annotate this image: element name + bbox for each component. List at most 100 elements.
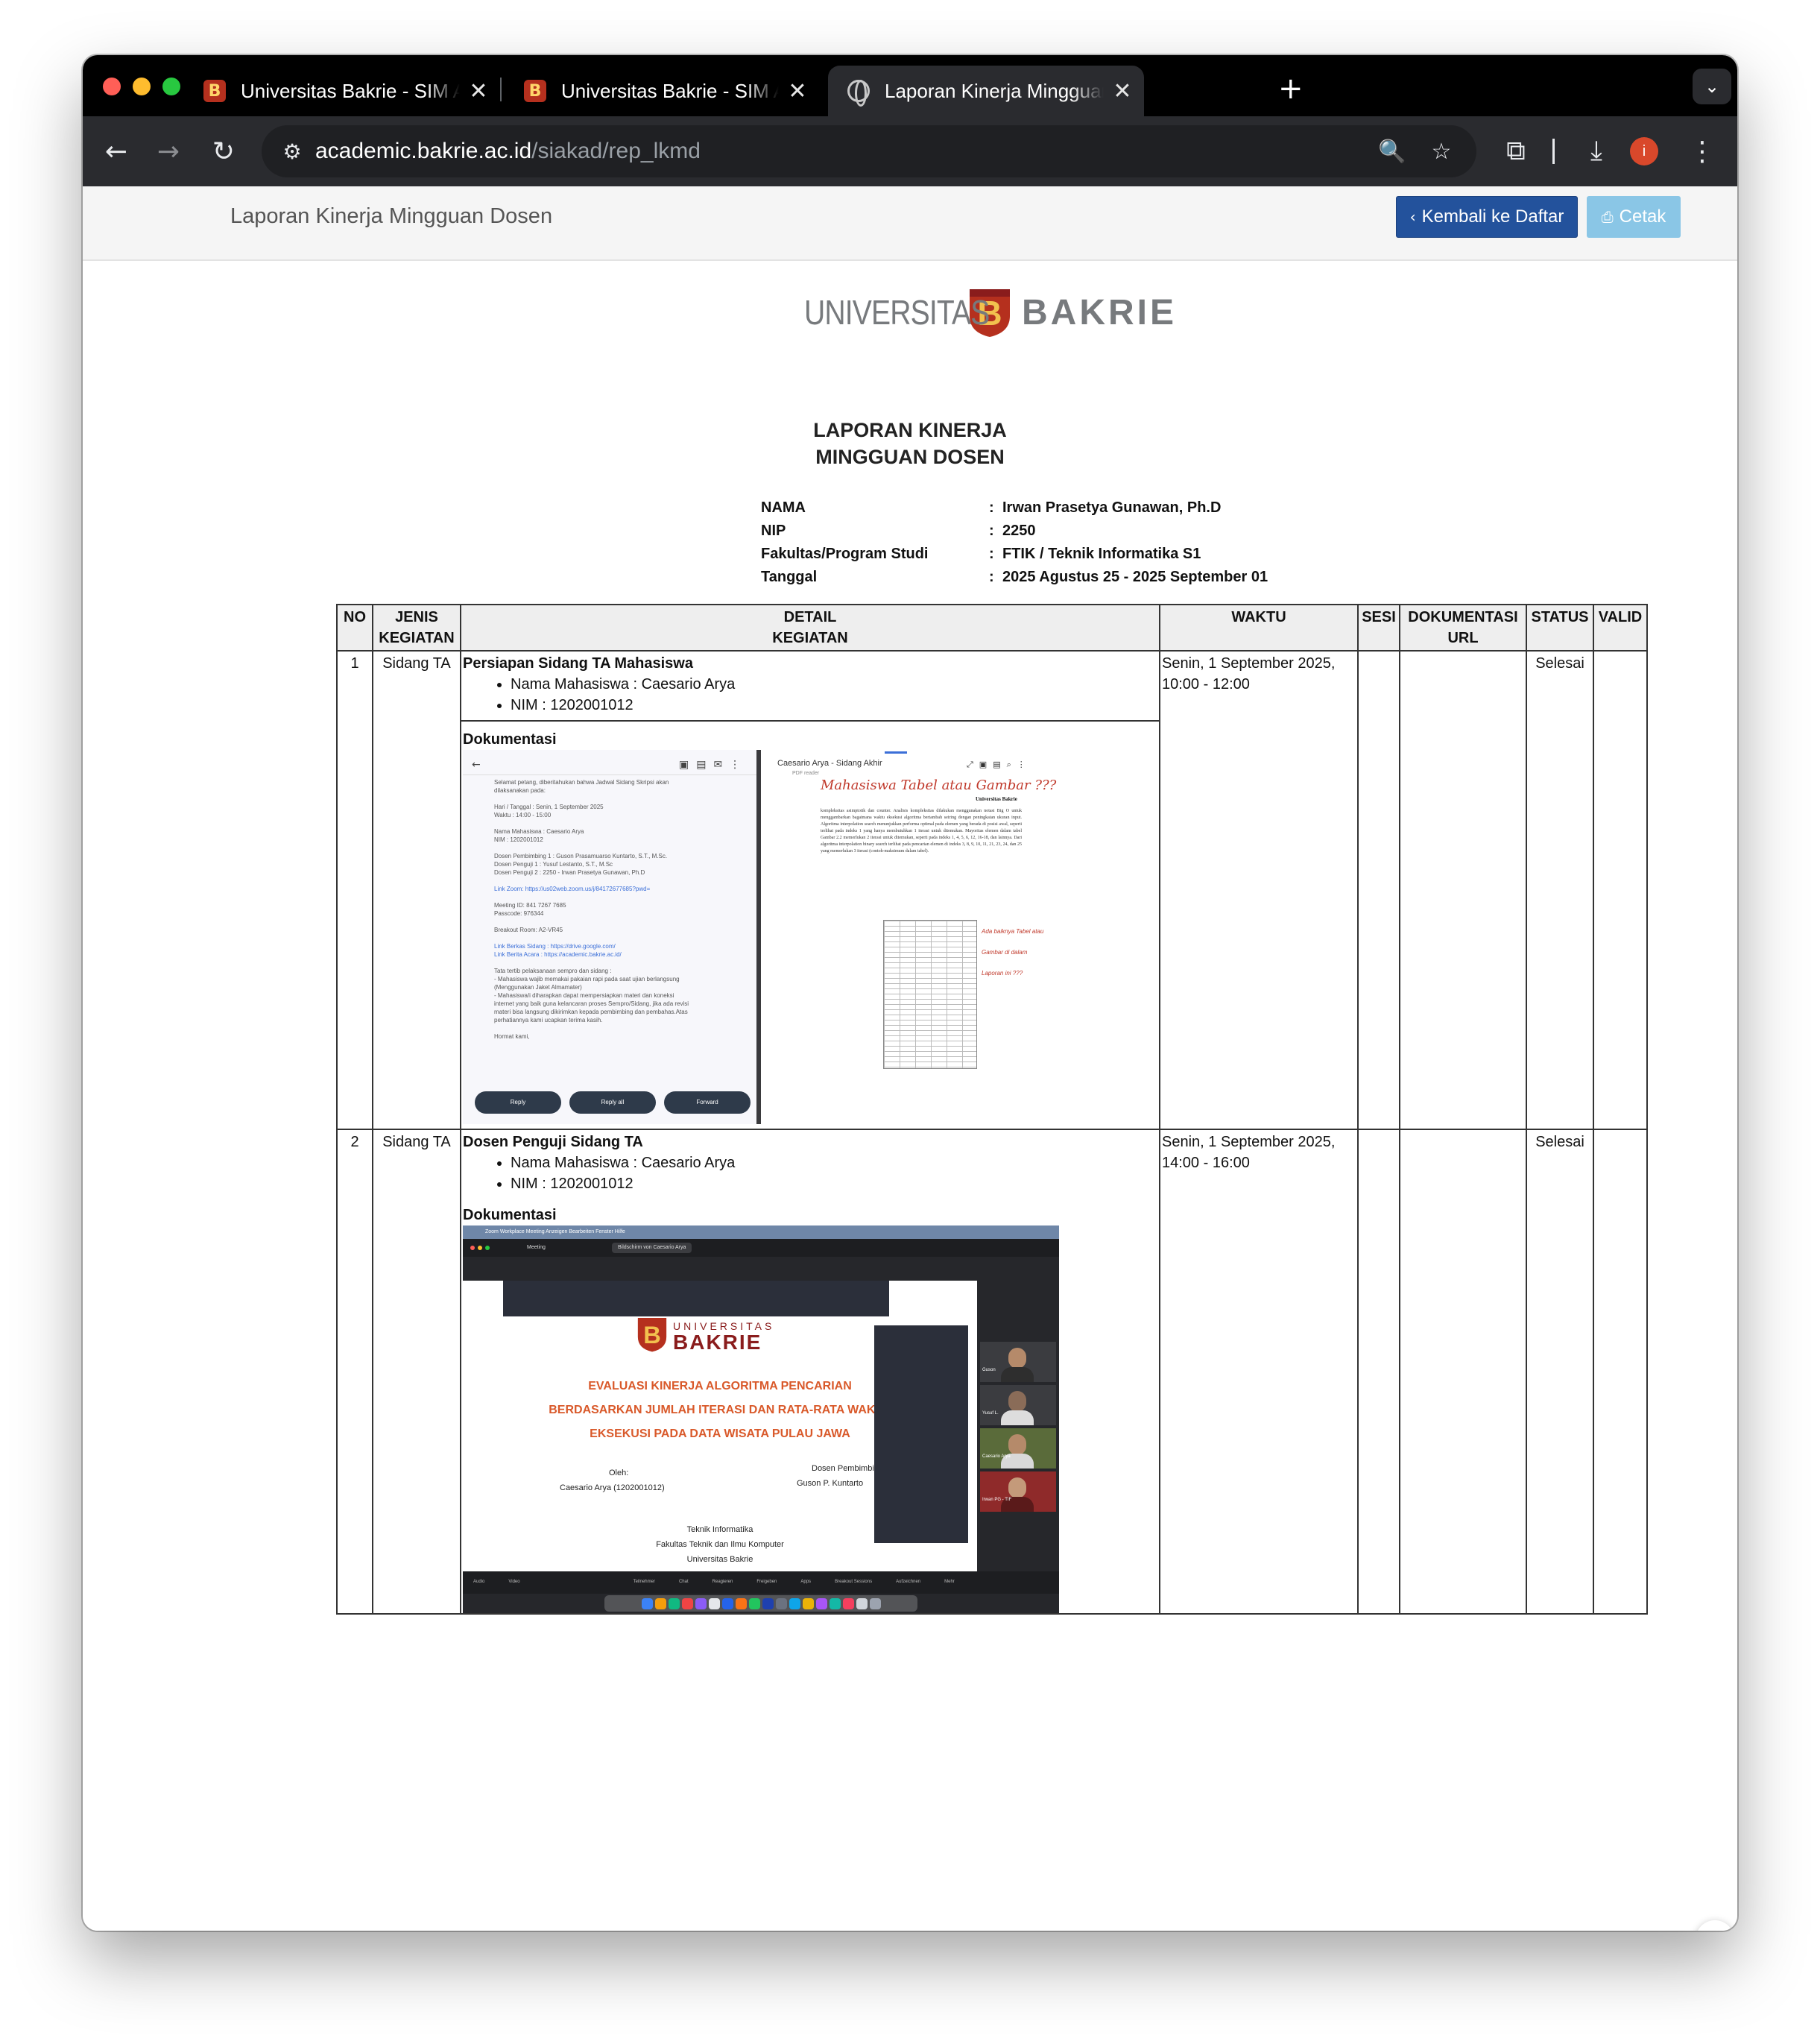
dock-app-icon <box>842 1597 854 1609</box>
tab-laporan-kinerja[interactable]: Laporan Kinerja Mingguan Dosen ✕ <box>828 66 1144 116</box>
tab-search-button[interactable]: ⌄ <box>1693 69 1731 104</box>
dock-app-icon <box>668 1597 680 1609</box>
col-status: STATUS <box>1526 604 1594 652</box>
cell-sesi <box>1357 650 1400 1130</box>
table-row: 2 Sidang TA Dosen Penguji Sidang TA Nama… <box>336 1129 1648 1615</box>
chevron-left-icon: ‹ <box>1409 208 1416 226</box>
dock-app-icon <box>762 1597 774 1609</box>
activity-title: Persiapan Sidang TA Mahasiswa <box>463 655 693 672</box>
dock-app-icon <box>856 1597 868 1609</box>
browser-menu-icon[interactable]: ⋮ <box>1681 130 1724 173</box>
info-label: NIP <box>761 523 786 539</box>
dock-app-icon <box>829 1597 841 1609</box>
browser-window: B Universitas Bakrie - SIM Akademik ✕ B … <box>83 55 1737 1931</box>
minimize-window-button[interactable] <box>133 78 151 95</box>
page-title: Laporan Kinerja Mingguan Dosen <box>230 204 553 228</box>
reply-all-button: Reply all <box>569 1091 656 1114</box>
close-window-button[interactable] <box>103 78 121 95</box>
participant-tile: Irwan PG - TIF <box>980 1471 1056 1512</box>
activity-title: Dosen Penguji Sidang TA <box>463 1134 643 1150</box>
close-tab-icon[interactable]: ✕ <box>467 78 490 104</box>
dock-app-icon <box>748 1597 760 1609</box>
close-tab-icon[interactable]: ✕ <box>786 78 809 104</box>
svg-text:B: B <box>643 1321 661 1348</box>
tab-separator <box>500 78 502 101</box>
dock-app-icon <box>802 1597 814 1609</box>
info-value: FTIK / Teknik Informatika S1 <box>1002 546 1201 562</box>
back-to-list-label: Kembali ke Daftar <box>1421 206 1564 227</box>
slide-redaction <box>874 1325 968 1543</box>
dock-app-icon <box>721 1597 733 1609</box>
bookmark-star-icon[interactable]: ☆ <box>1424 134 1459 168</box>
info-value: Irwan Prasetya Gunawan, Ph.D <box>1002 499 1222 516</box>
zoom-share-label: Bildschirm von Caesario Arya <box>612 1243 692 1253</box>
mac-dock <box>604 1595 917 1612</box>
zoom-max-dot <box>485 1246 490 1250</box>
download-icon[interactable]: ⤓ <box>1575 130 1618 173</box>
new-tab-button[interactable]: + <box>1278 72 1304 106</box>
university-logo: UNIVERSITAS B BAKRIE <box>804 286 1177 338</box>
slide-pembimbing-name: Guson P. Kuntarto <box>797 1479 864 1488</box>
slide-banner <box>503 1281 889 1316</box>
activity-details: Nama Mahasiswa : Caesario Arya NIM : 120… <box>463 674 1157 716</box>
slide-logo-big: BAKRIE <box>673 1331 762 1354</box>
back-arrow-icon: ← <box>472 759 481 771</box>
print-button[interactable]: ⎙ Cetak <box>1587 196 1681 238</box>
col-valid: VALID <box>1593 604 1648 652</box>
pdf-body-text: kompleksitas asimptotik dan counter. Ana… <box>821 809 1022 854</box>
address-bar[interactable]: ⚙ academic.bakrie.ac.id/siakad/rep_lkmd … <box>262 125 1476 177</box>
maximize-window-button[interactable] <box>162 78 180 95</box>
url-text[interactable]: academic.bakrie.ac.id/siakad/rep_lkmd <box>315 139 701 164</box>
cell-valid <box>1593 650 1648 1130</box>
tab-title: Universitas Bakrie - SIM Akademik <box>561 79 779 102</box>
profile-avatar[interactable]: i <box>1630 137 1658 165</box>
tab-sim-akademik-2[interactable]: B Universitas Bakrie - SIM Akademik ✕ <box>514 66 809 116</box>
cell-no: 1 <box>336 650 373 1130</box>
cell-sesi <box>1357 1129 1400 1615</box>
slide-author: Caesario Arya (1202001012) <box>560 1483 665 1492</box>
pdf-screenshot: Caesario Arya - Sidang Akhir PDF reader … <box>765 750 1059 1124</box>
col-jenis-kegiatan: JENIS KEGIATAN <box>372 604 461 652</box>
col-waktu: WAKTU <box>1159 604 1359 652</box>
tab-title: Universitas Bakrie - SIM Akademik <box>241 79 460 102</box>
dock-app-icon <box>775 1597 787 1609</box>
table-row: 1 Sidang TA Persiapan Sidang TA Mahasisw… <box>336 650 1648 1130</box>
back-to-list-button[interactable]: ‹ Kembali ke Daftar <box>1396 196 1578 238</box>
reload-icon[interactable]: ↻ <box>202 130 245 173</box>
email-toolbar: ← ▣▤✉⋮ <box>463 750 756 775</box>
email-action-buttons: Reply Reply all Forward <box>475 1091 751 1114</box>
dock-app-icon <box>641 1597 653 1609</box>
zoom-icon[interactable]: 🔍 <box>1375 134 1409 168</box>
documentation-label: Dokumentasi <box>463 1207 557 1223</box>
extensions-icon[interactable]: ⧉ <box>1494 130 1538 173</box>
col-no: NO <box>336 604 373 652</box>
tab-sim-akademik-1[interactable]: B Universitas Bakrie - SIM Akademik ✕ <box>193 66 490 116</box>
ai-assistant-icon[interactable]: ✺ <box>1696 1920 1734 1931</box>
cell-valid <box>1593 1129 1648 1615</box>
dock-app-icon <box>735 1597 747 1609</box>
info-row-nip: NIP : 2250 <box>761 523 1268 546</box>
dock-app-icon <box>815 1597 827 1609</box>
cell-waktu: Senin, 1 September 2025, 10:00 - 12:00 <box>1159 650 1359 1130</box>
url-host: academic.bakrie.ac.id <box>315 139 532 163</box>
cell-no: 2 <box>336 1129 373 1615</box>
dock-app-icon <box>708 1597 720 1609</box>
close-tab-icon[interactable]: ✕ <box>1111 78 1134 104</box>
zoom-min-dot <box>478 1246 482 1250</box>
forward-arrow-icon[interactable]: → <box>147 130 190 173</box>
report-title-line2: MINGGUAN DOSEN <box>815 446 1005 468</box>
info-value: 2250 <box>1002 523 1036 539</box>
tab-title: Laporan Kinerja Mingguan Dosen <box>885 79 1104 102</box>
zoom-titlebar: Meeting Bildschirm von Caesario Arya <box>463 1239 1059 1257</box>
pdf-margin-note: Ada baiknya Tabel atau Gambar di dalam L… <box>982 928 1044 977</box>
pdf-toolbar: Caesario Arya - Sidang Akhir PDF reader … <box>765 750 1059 776</box>
tab-strip: B Universitas Bakrie - SIM Akademik ✕ B … <box>83 55 1737 116</box>
pdf-progress <box>885 751 907 754</box>
documentation-label: Dokumentasi <box>463 731 557 748</box>
dock-app-icon <box>681 1597 693 1609</box>
back-arrow-icon[interactable]: ← <box>95 130 138 173</box>
site-info-icon[interactable]: ⚙ <box>277 136 308 167</box>
cell-jenis: Sidang TA <box>372 650 461 1130</box>
forward-button: Forward <box>664 1091 751 1114</box>
cell-status: Selesai <box>1526 1129 1594 1615</box>
